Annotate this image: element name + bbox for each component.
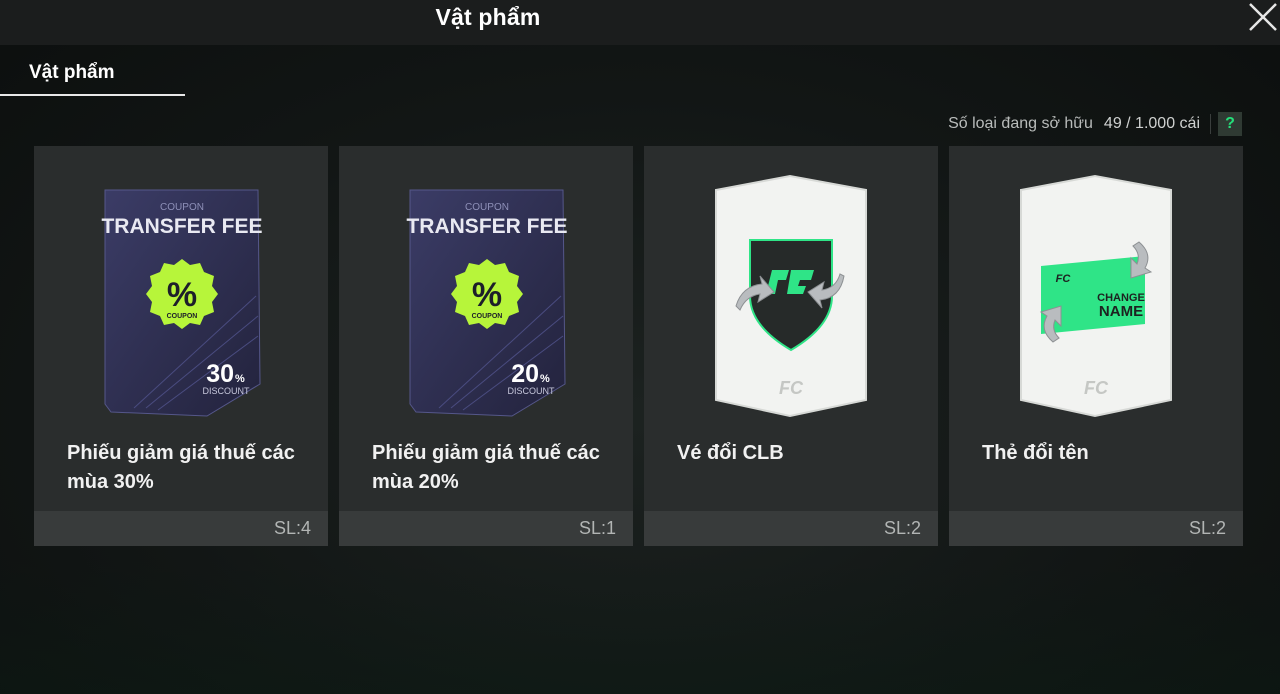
- item-name: Phiếu giảm giá thuế các mùa 20%: [372, 442, 600, 493]
- svg-text:DISCOUNT: DISCOUNT: [203, 386, 251, 396]
- svg-text:COUPON: COUPON: [167, 313, 198, 320]
- club-ticket-image: FC: [715, 174, 867, 418]
- item-footer: SL:2: [644, 511, 938, 546]
- percent-icon: %: [472, 276, 502, 314]
- fc-mini-logo-icon: FC: [1056, 273, 1072, 285]
- help-button[interactable]: ?: [1218, 112, 1242, 136]
- item-card[interactable]: COUPON TRANSFER FEE % COUPON 30 % DISCOU…: [34, 146, 328, 546]
- item-footer: SL:1: [339, 511, 633, 546]
- svg-text:DISCOUNT: DISCOUNT: [508, 386, 556, 396]
- svg-text:%: %: [235, 373, 245, 385]
- discount-percent: 30: [206, 360, 234, 388]
- item-name: Thẻ đổi tên: [982, 442, 1089, 464]
- item-card[interactable]: COUPON TRANSFER FEE % COUPON 20 % DISCOU…: [339, 146, 633, 546]
- item-quantity: SL:4: [273, 518, 311, 538]
- coupon-title: TRANSFER FEE: [406, 215, 567, 238]
- item-card[interactable]: FC CHANGE NAME FC Thẻ đổi tên SL:2: [949, 146, 1243, 546]
- svg-text:NAME: NAME: [1099, 303, 1143, 320]
- coupon-card-image: COUPON TRANSFER FEE % COUPON 30 % DISCOU…: [101, 189, 263, 417]
- background-glow: [0, 560, 1280, 694]
- divider: [1210, 114, 1211, 134]
- coupon-label: COUPON: [465, 202, 509, 213]
- owned-counter: Số loại đang sở hữu 49 / 1.000 cái ?: [948, 112, 1242, 136]
- coupon-title: TRANSFER FEE: [101, 215, 262, 238]
- item-name: Vé đổi CLB: [677, 442, 784, 464]
- svg-text:%: %: [540, 373, 550, 385]
- svg-text:COUPON: COUPON: [472, 313, 503, 320]
- tab-items[interactable]: Vật phẩm: [0, 56, 185, 96]
- item-footer: SL:2: [949, 511, 1243, 546]
- tab-label: Vật phẩm: [29, 62, 115, 83]
- item-quantity: SL:1: [578, 518, 616, 538]
- owned-count: 49 / 1.000 cái: [1103, 115, 1200, 132]
- item-card[interactable]: FC Vé đổi CLB SL:2: [644, 146, 938, 546]
- page-title: Vật phẩm: [435, 4, 541, 30]
- item-quantity: SL:2: [1188, 518, 1226, 538]
- fc-logo-icon: FC: [779, 378, 804, 398]
- coupon-label: COUPON: [160, 202, 204, 213]
- coupon-card-image: COUPON TRANSFER FEE % COUPON 20 % DISCOU…: [406, 189, 568, 417]
- discount-percent: 20: [511, 360, 539, 388]
- name-change-card-image: FC CHANGE NAME FC: [1020, 174, 1172, 418]
- item-name: Phiếu giảm giá thuế các mùa 30%: [67, 442, 295, 493]
- owned-label: Số loại đang sở hữu: [948, 115, 1093, 132]
- close-button[interactable]: [1244, 0, 1280, 36]
- item-quantity: SL:2: [883, 518, 921, 538]
- fc-logo-icon: FC: [1084, 378, 1109, 398]
- top-bar: Vật phẩm: [0, 0, 1280, 45]
- item-footer: SL:4: [34, 511, 328, 546]
- percent-icon: %: [167, 276, 197, 314]
- tab-bar: Vật phẩm: [0, 56, 1280, 96]
- close-icon: [1249, 3, 1277, 31]
- item-grid: COUPON TRANSFER FEE % COUPON 30 % DISCOU…: [34, 146, 1243, 546]
